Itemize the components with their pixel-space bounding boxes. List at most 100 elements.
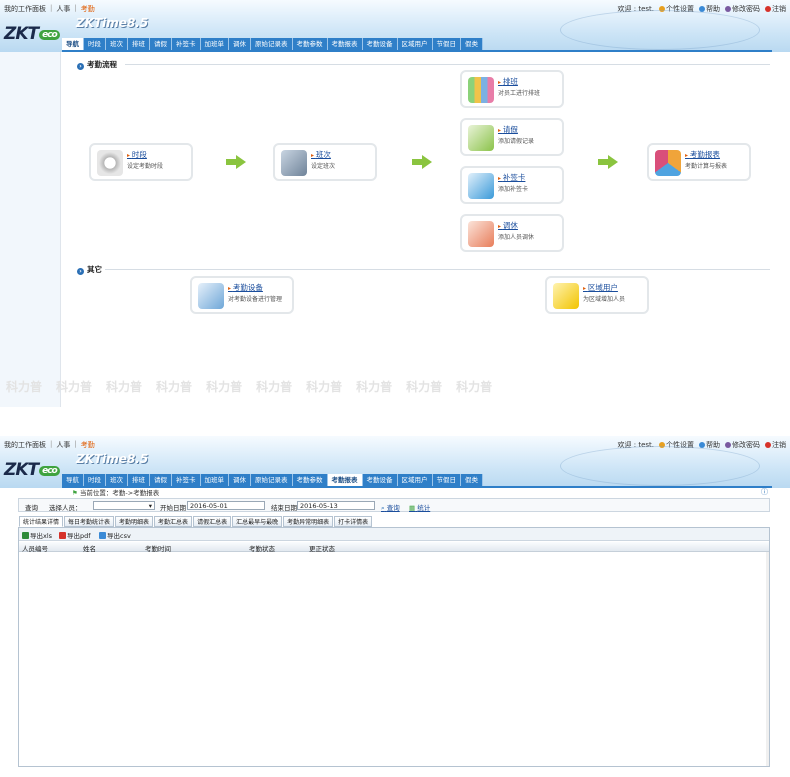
logout-link[interactable]: 注销 <box>765 4 786 14</box>
nav-tab[interactable]: 请假 <box>150 38 172 50</box>
top-link-hr[interactable]: 人事 <box>56 4 70 14</box>
card-time-period[interactable]: 时段 设定考勤时段 <box>89 143 193 181</box>
nav-tab[interactable]: 考勤报表 <box>327 474 363 486</box>
flow-arrow-icon <box>598 155 618 169</box>
nav-tab[interactable]: 原始记录表 <box>251 474 293 486</box>
card-area-users[interactable]: 区域用户 为区域增加人员 <box>545 276 649 314</box>
rest-note-icon <box>468 221 494 247</box>
card-leave[interactable]: 请假 添加请假记录 <box>460 118 564 156</box>
nav-tab[interactable]: 班次 <box>106 474 128 486</box>
nav-tab[interactable]: 加班单 <box>200 474 229 486</box>
report-tab[interactable]: 每日考勤统计表 <box>64 516 115 527</box>
header-decoration <box>560 446 760 486</box>
report-tab[interactable]: 请假汇总表 <box>193 516 232 527</box>
nav-tab[interactable]: 导航 <box>62 38 84 50</box>
nav-tab[interactable]: 假类 <box>461 474 483 486</box>
nav-tab[interactable]: 时段 <box>84 38 106 50</box>
report-tab[interactable]: 考勤异常明细表 <box>283 516 334 527</box>
nav-tab[interactable]: 导航 <box>62 474 84 486</box>
nav-tab[interactable]: 考勤设备 <box>362 474 398 486</box>
watermark-text: 科力普 <box>206 380 243 394</box>
export-csv-button[interactable]: 导出csv <box>99 530 131 540</box>
top-links: 我的工作面板 | 人事 | 考勤 <box>4 4 95 14</box>
nav-tab[interactable]: 调休 <box>229 38 251 50</box>
export-xls-button[interactable]: 导出xls <box>22 530 52 540</box>
report-tab[interactable]: 打卡详情表 <box>334 516 373 527</box>
export-pdf-button[interactable]: 导出pdf <box>59 530 91 540</box>
nav-tab[interactable]: 请假 <box>150 474 172 486</box>
watermark-text: 科力普 <box>6 380 43 394</box>
card-scheduling[interactable]: 排班 对员工进行排班 <box>460 70 564 108</box>
search-button[interactable]: ⌕ 查询 <box>381 502 400 513</box>
select-person-label: 选择人员： <box>49 504 82 512</box>
report-tabs: 统计结果详情 每日考勤统计表 考勤明细表 考勤汇总表 请假汇总表 汇总最早与最晚 考勤异常明… <box>19 516 373 527</box>
product-name: ZKTime8.5 <box>76 452 149 466</box>
col-correction-status[interactable]: 更正状态 <box>309 543 335 553</box>
table-header: 人员编号 姓名 考勤时间 考勤状态 更正状态 <box>19 542 769 553</box>
logout-link[interactable]: 注销 <box>765 440 786 450</box>
report-tab[interactable]: 汇总最早与最晚 <box>232 516 283 527</box>
nav-tab[interactable]: 节假日 <box>432 38 461 50</box>
card-supplement-card[interactable]: 补签卡 添加补签卡 <box>460 166 564 204</box>
col-attendance-time[interactable]: 考勤时间 <box>145 543 171 553</box>
person-select[interactable]: ▾ <box>93 501 155 510</box>
power-icon <box>765 442 771 448</box>
excel-icon <box>22 532 29 539</box>
nav-tab[interactable]: 考勤设备 <box>362 38 398 50</box>
export-toolbar: 导出xls 导出pdf 导出csv <box>19 528 769 541</box>
end-date-label: 结束日期 <box>271 504 297 512</box>
start-date-label: 开始日期 <box>160 504 186 512</box>
flag-icon: ⚑ <box>72 489 78 497</box>
breadcrumb: ⚑ 当前位置：考勤->考勤报表 <box>72 489 160 497</box>
staff-bar-icon <box>468 77 494 103</box>
clock-icon <box>97 150 123 176</box>
report-chart-icon <box>655 150 681 176</box>
card-attendance-device[interactable]: 考勤设备 对考勤设备进行管理 <box>190 276 294 314</box>
main-nav-tabs: 导航 时段 班次 排班 请假 补签卡 加班单 调休 原始记录表 考勤参数 考勤报表 考勤设备 区域用户节… <box>62 38 483 50</box>
report-tab[interactable]: 统计结果详情 <box>19 516 64 527</box>
watermark-row: 科力普 科力普 科力普 科力普 科力普 科力普 科力普 科力普 科力普 科力普 <box>6 378 492 395</box>
change-password-link[interactable]: 修改密码 <box>725 4 760 14</box>
stats-button[interactable]: ▦ 统计 <box>409 502 430 512</box>
section-attendance-flow: › 考勤流程 <box>77 59 117 70</box>
nav-tab[interactable]: 考勤参数 <box>292 38 328 50</box>
end-date-input[interactable]: 2016-05-13 <box>297 501 375 510</box>
top-link-hr[interactable]: 人事 <box>56 440 70 450</box>
card-attendance-report[interactable]: 考勤报表 考勤计算与报表 <box>647 143 751 181</box>
report-tab[interactable]: 考勤明细表 <box>115 516 154 527</box>
top-link-workpanel[interactable]: 我的工作面板 <box>4 440 46 450</box>
nav-tab[interactable]: 加班单 <box>200 38 229 50</box>
col-employee-id[interactable]: 人员编号 <box>22 543 48 553</box>
nav-tab[interactable]: 班次 <box>106 38 128 50</box>
nav-tab[interactable]: 补签卡 <box>172 474 201 486</box>
nav-tab[interactable]: 原始记录表 <box>251 38 293 50</box>
nav-tab[interactable]: 节假日 <box>432 474 461 486</box>
card-rest-swap[interactable]: 调休 添加人员调休 <box>460 214 564 252</box>
nav-tab[interactable]: 排班 <box>128 38 150 50</box>
flow-arrow-icon <box>226 155 246 169</box>
nav-tab[interactable]: 考勤报表 <box>327 38 363 50</box>
card-shift[interactable]: 班次 设定班次 <box>273 143 377 181</box>
help-icon[interactable]: ⓘ <box>761 487 768 497</box>
top-link-attendance[interactable]: 考勤 <box>81 440 95 450</box>
change-password-link[interactable]: 修改密码 <box>725 440 760 450</box>
nav-tab[interactable]: 补签卡 <box>172 38 201 50</box>
top-link-attendance[interactable]: 考勤 <box>81 4 95 14</box>
schedule-book-icon <box>281 150 307 176</box>
col-name[interactable]: 姓名 <box>83 543 96 553</box>
nav-tab[interactable]: 假类 <box>461 38 483 50</box>
report-tab[interactable]: 考勤汇总表 <box>154 516 193 527</box>
col-attendance-status[interactable]: 考勤状态 <box>249 543 275 553</box>
nav-tab[interactable]: 区域用户 <box>397 474 433 486</box>
nav-tab[interactable]: 考勤参数 <box>292 474 328 486</box>
nav-tab[interactable]: 区域用户 <box>397 38 433 50</box>
top-links: 我的工作面板 | 人事 | 考勤 <box>4 440 95 450</box>
nav-tab[interactable]: 排班 <box>128 474 150 486</box>
top-link-workpanel[interactable]: 我的工作面板 <box>4 4 46 14</box>
key-icon <box>725 6 731 12</box>
scrollbar[interactable] <box>766 552 769 766</box>
start-date-input[interactable]: 2016-05-01 <box>187 501 265 510</box>
watermark-text: 科力普 <box>356 380 393 394</box>
nav-tab[interactable]: 调休 <box>229 474 251 486</box>
nav-tab[interactable]: 时段 <box>84 474 106 486</box>
